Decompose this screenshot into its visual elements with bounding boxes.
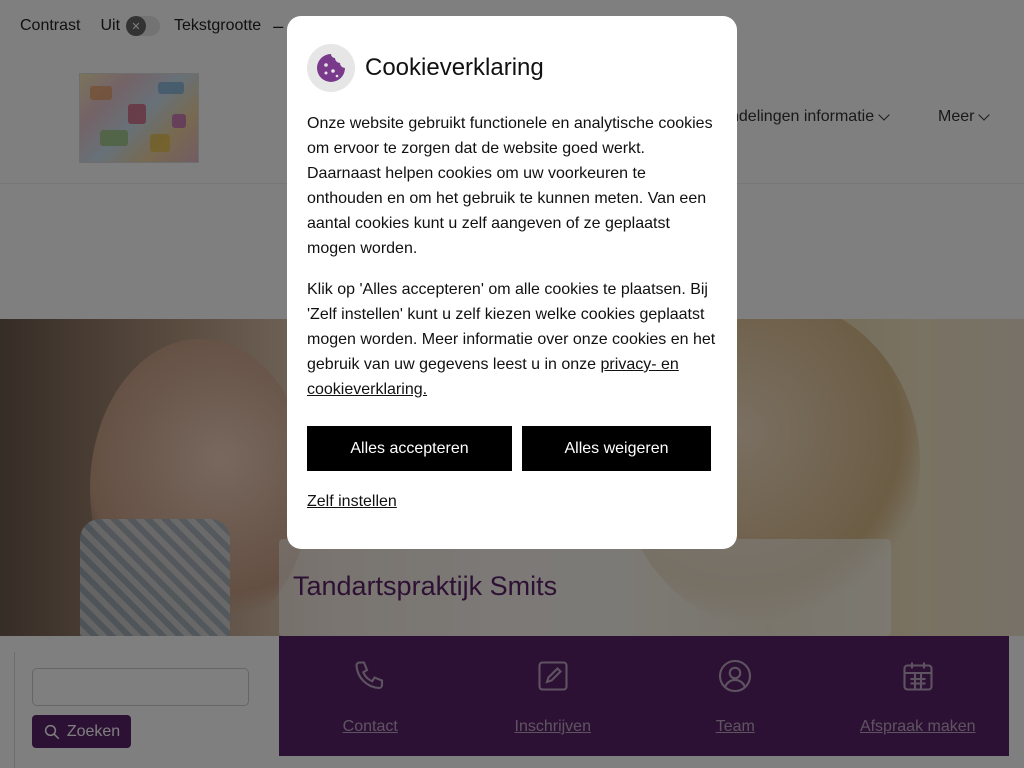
cookie-dialog-header: Cookieverklaring xyxy=(307,44,717,92)
cookie-dialog-intro: Onze website gebruikt functionele en ana… xyxy=(307,115,713,257)
cookie-dialog-title: Cookieverklaring xyxy=(365,54,544,81)
cookie-icon xyxy=(307,44,355,92)
cookie-dialog: Cookieverklaring Onze website gebruikt f… xyxy=(287,16,737,549)
cookie-dialog-actions: Alles accepteren Alles weigeren xyxy=(307,426,717,471)
custom-settings-link[interactable]: Zelf instellen xyxy=(307,493,397,511)
accept-all-button[interactable]: Alles accepteren xyxy=(307,426,512,471)
cookie-dialog-info: Klik op 'Alles accepteren' om alle cooki… xyxy=(307,277,717,402)
reject-all-button[interactable]: Alles weigeren xyxy=(522,426,711,471)
